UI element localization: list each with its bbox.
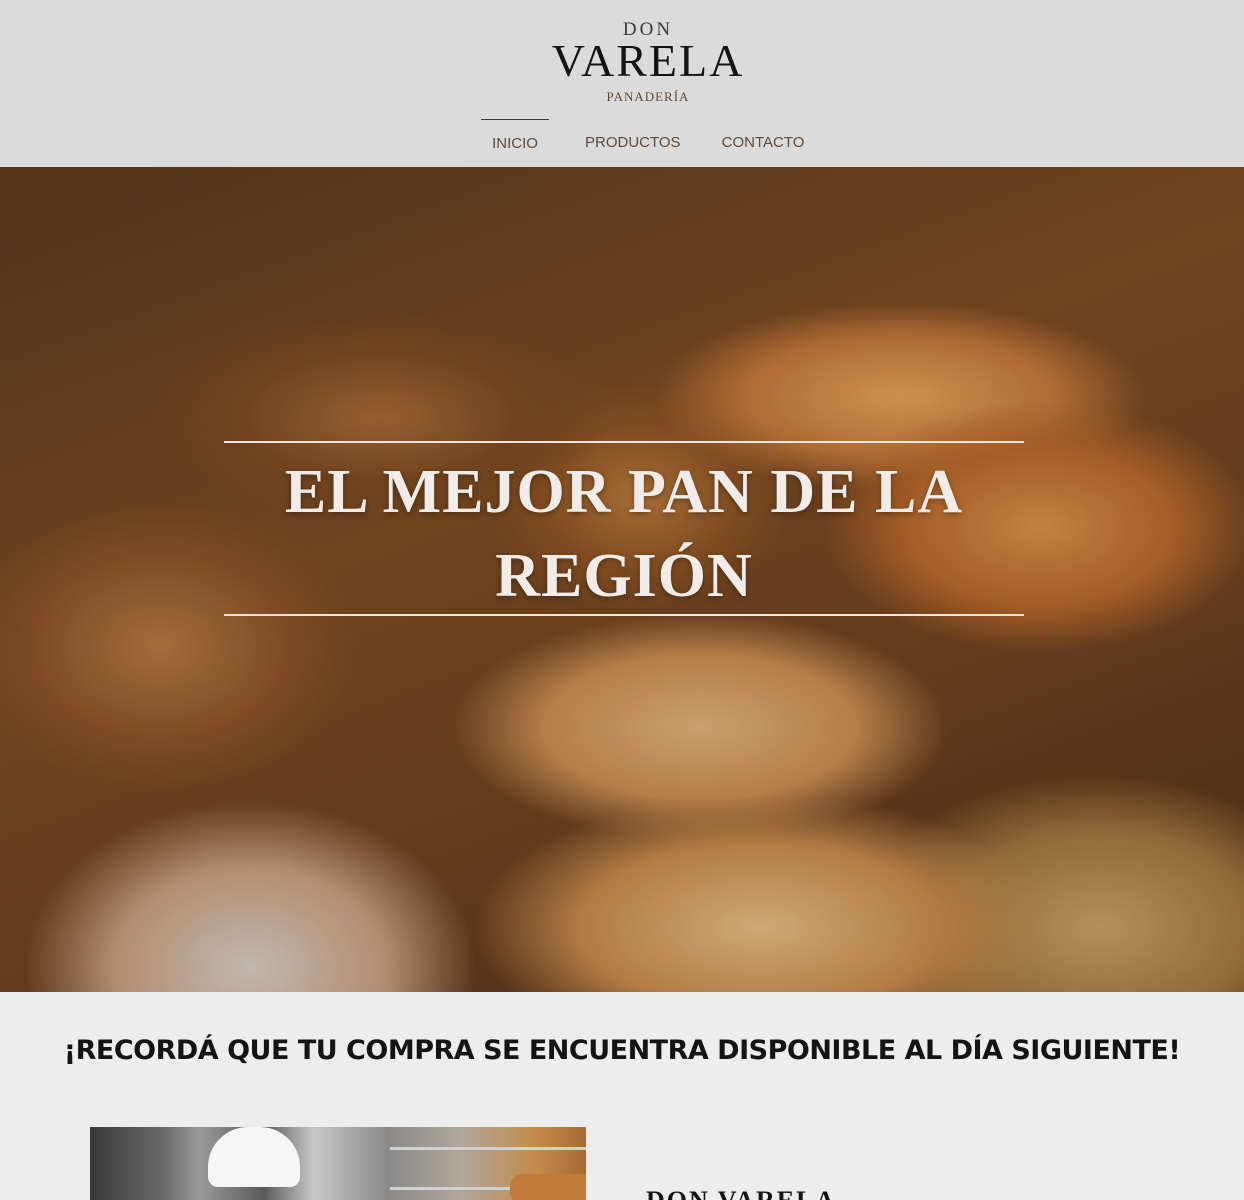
logo-main-text[interactable]: VARELA — [0, 34, 1244, 87]
hero-bottom-divider — [224, 614, 1024, 616]
hero-title: EL MEJOR PAN DE LA REGIÓN — [284, 458, 964, 610]
chef-hat — [208, 1127, 300, 1187]
nav-item-productos[interactable]: PRODUCTOS — [585, 119, 681, 159]
nav-item-inicio[interactable]: INICIO — [481, 119, 549, 159]
nav-item-contacto[interactable]: CONTACTO — [721, 119, 805, 159]
hero-top-divider — [224, 441, 1024, 443]
logo-sub-text[interactable]: PANADERÍA — [0, 89, 1244, 105]
chef-image — [90, 1127, 586, 1200]
pickup-notice: ¡RECORDÁ QUE TU COMPRA SE ENCUENTRA DISP… — [63, 1035, 1181, 1066]
shelf — [390, 1147, 586, 1150]
bread-tray — [510, 1174, 586, 1200]
about-title: DON VARELA — [646, 1186, 836, 1200]
site-header: DON VARELA PANADERÍA INICIO PRODUCTOS CO… — [0, 0, 1244, 167]
hero-banner: EL MEJOR PAN DE LA REGIÓN — [0, 167, 1244, 992]
